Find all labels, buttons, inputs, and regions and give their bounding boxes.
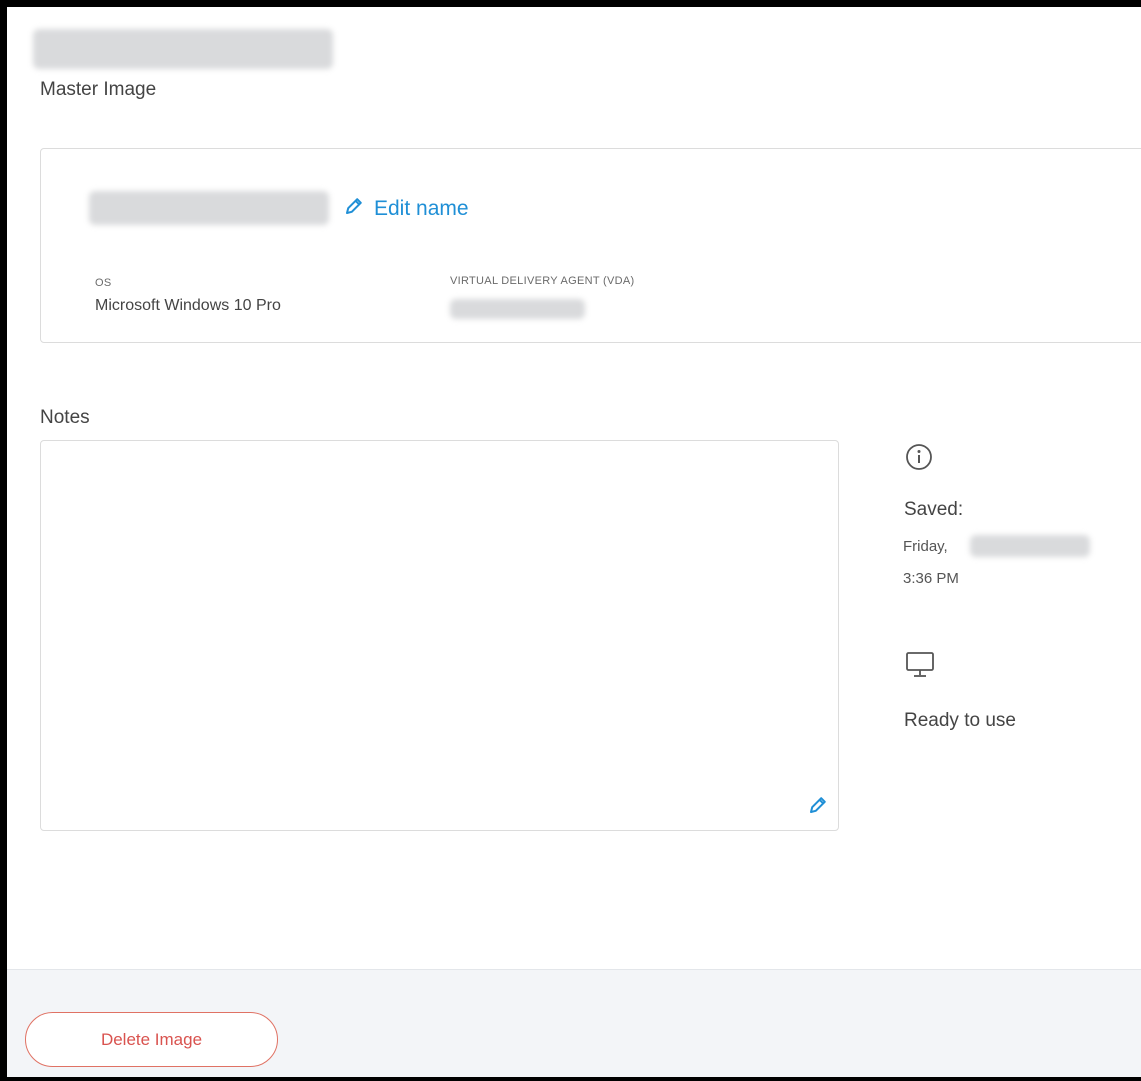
image-name-redacted — [89, 191, 329, 225]
saved-day: Friday, — [903, 538, 948, 555]
vda-label: VIRTUAL DELIVERY AGENT (VDA) — [450, 275, 635, 287]
notes-label: Notes — [40, 407, 90, 428]
saved-label: Saved: — [904, 499, 964, 520]
info-icon — [905, 443, 933, 476]
saved-time: 3:36 PM — [903, 570, 959, 587]
page-subtitle: Master Image — [40, 79, 157, 100]
master-image-panel: Master Image Edit name OS Microsoft Wind… — [0, 0, 1141, 1081]
ready-status: Ready to use — [904, 710, 1016, 731]
notes-edit-pencil-icon[interactable] — [808, 795, 828, 820]
page-title-redacted — [33, 29, 333, 69]
os-label: OS — [95, 277, 112, 289]
notes-field[interactable] — [40, 440, 839, 831]
edit-name-label: Edit name — [374, 197, 469, 220]
os-value: Microsoft Windows 10 Pro — [95, 297, 281, 314]
edit-name-link[interactable]: Edit name — [344, 196, 469, 222]
delete-image-button[interactable]: Delete Image — [25, 1012, 278, 1067]
vda-value-redacted — [450, 299, 585, 319]
monitor-icon — [905, 651, 935, 684]
pencil-icon — [344, 196, 364, 222]
saved-date-redacted — [970, 535, 1090, 557]
